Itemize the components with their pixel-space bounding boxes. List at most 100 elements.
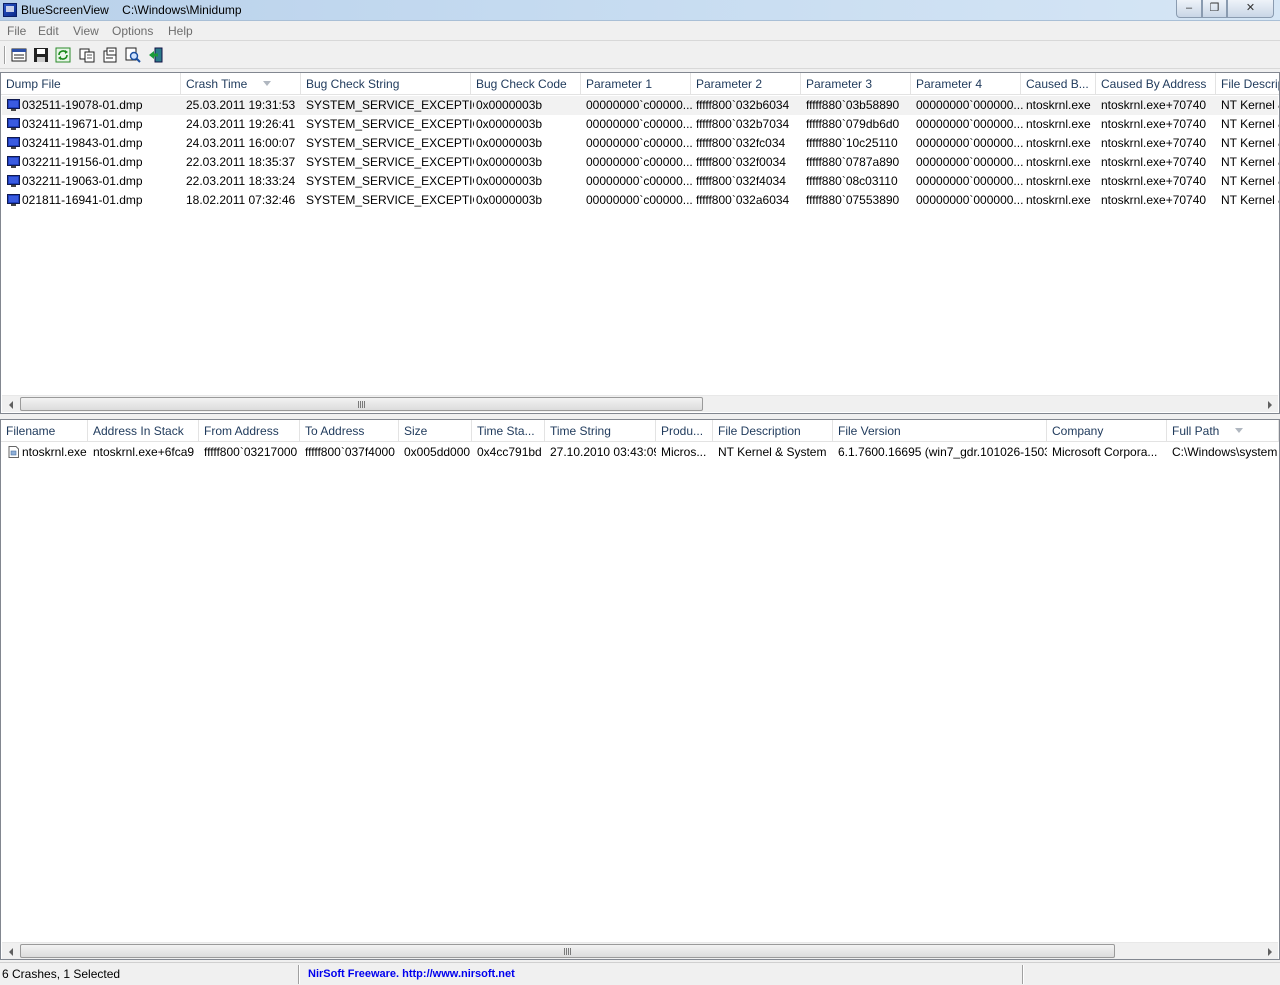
column-header-filename[interactable]: Filename: [1, 420, 88, 442]
cell-to-address: fffff800`037f4000: [305, 445, 395, 459]
column-header-parameter-4[interactable]: Parameter 4: [911, 73, 1021, 95]
advanced-options-icon: [103, 47, 117, 63]
properties-button[interactable]: [10, 46, 28, 64]
cell-parameter-3: fffff880`07553890: [806, 193, 900, 207]
cell-bug-check-string: SYSTEM_SERVICE_EXCEPTION: [306, 174, 474, 188]
copy-button[interactable]: [78, 46, 96, 64]
cell-parameter-1: 00000000`c00000...: [586, 174, 693, 188]
exit-icon: [149, 47, 163, 63]
column-header-product[interactable]: Produ...: [656, 420, 713, 442]
save-icon: [34, 48, 48, 62]
column-header-file-description[interactable]: File Description: [713, 420, 833, 442]
nirsoft-link[interactable]: NirSoft Freeware. http://www.nirsoft.net: [306, 965, 515, 984]
menu-options[interactable]: Options: [112, 24, 153, 38]
cell-caused-by-driver: ntoskrnl.exe: [1026, 155, 1091, 169]
column-header-file-description[interactable]: File Descripti: [1216, 73, 1279, 95]
cell-file-description: NT Kernel &: [1221, 117, 1280, 131]
driver-row[interactable]: ntoskrnl.exe ntoskrnl.exe+6fca9 fffff800`0…: [2, 443, 1278, 462]
column-header-dump-file[interactable]: Dump File: [1, 73, 181, 95]
column-header-parameter-3[interactable]: Parameter 3: [801, 73, 911, 95]
driver-file-icon: [8, 446, 19, 458]
column-header-parameter-2[interactable]: Parameter 2: [691, 73, 801, 95]
crash-list-header: Dump File Crash Time Bug Check String Bu…: [1, 73, 1279, 95]
column-header-company[interactable]: Company: [1047, 420, 1167, 442]
save-button[interactable]: [32, 46, 50, 64]
cell-crash-time: 18.02.2011 07:32:46: [186, 193, 296, 207]
cell-filename: ntoskrnl.exe: [22, 445, 87, 459]
title-bar: BlueScreenView C:\Windows\Minidump ‒ ❐ ✕: [0, 0, 1280, 21]
column-header-caused-by-driver[interactable]: Caused B...: [1021, 73, 1096, 95]
scroll-left-button[interactable]: [2, 396, 19, 413]
cell-full-path: C:\Windows\system: [1172, 445, 1277, 459]
scroll-right-button[interactable]: [1261, 943, 1278, 959]
properties-icon: [11, 48, 27, 62]
find-icon: [125, 47, 141, 63]
close-button[interactable]: ✕: [1227, 0, 1274, 18]
column-header-file-version[interactable]: File Version: [833, 420, 1047, 442]
cell-dump-file: 021811-16941-01.dmp: [22, 193, 143, 207]
crash-list-hscrollbar[interactable]: [2, 395, 1278, 412]
advanced-options-button[interactable]: [101, 46, 119, 64]
cell-parameter-2: fffff800`032a6034: [696, 193, 790, 207]
driver-list-panel: Filename Address In Stack From Address T…: [0, 419, 1280, 960]
cell-file-description: NT Kernel &: [1221, 174, 1280, 188]
status-bar: 6 Crashes, 1 Selected NirSoft Freeware. …: [0, 962, 1280, 985]
column-header-size[interactable]: Size: [399, 420, 472, 442]
crash-row[interactable]: 032411-19671-01.dmp 24.03.2011 19:26:41 SY…: [2, 115, 1280, 134]
driver-list-hscrollbar[interactable]: [2, 942, 1278, 959]
cell-parameter-4: 00000000`000000...: [916, 98, 1024, 112]
column-header-parameter-1[interactable]: Parameter 1: [581, 73, 691, 95]
cell-file-description: NT Kernel &: [1221, 155, 1280, 169]
cell-caused-by-driver: ntoskrnl.exe: [1026, 174, 1091, 188]
column-header-caused-by-address[interactable]: Caused By Address: [1096, 73, 1216, 95]
cell-time-string: 27.10.2010 03:43:09: [550, 445, 656, 459]
find-button[interactable]: [124, 46, 142, 64]
crash-row[interactable]: 032211-19156-01.dmp 22.03.2011 18:35:37 SY…: [2, 153, 1280, 172]
column-header-to-address[interactable]: To Address: [300, 420, 399, 442]
column-header-crash-time-label: Crash Time: [186, 77, 248, 91]
menu-edit[interactable]: Edit: [38, 24, 59, 38]
cell-parameter-1: 00000000`c00000...: [586, 117, 693, 131]
cell-file-description: NT Kernel &: [1221, 193, 1280, 207]
cell-parameter-2: fffff800`032fc034: [696, 136, 786, 150]
maximize-button[interactable]: ❐: [1202, 0, 1227, 18]
column-header-full-path[interactable]: Full Path: [1167, 420, 1279, 442]
column-header-from-address[interactable]: From Address: [199, 420, 300, 442]
column-header-address-in-stack[interactable]: Address In Stack: [88, 420, 199, 442]
cell-parameter-1: 00000000`c00000...: [586, 193, 693, 207]
cell-caused-by-address: ntoskrnl.exe+70740: [1101, 117, 1207, 131]
crash-row[interactable]: 032411-19843-01.dmp 24.03.2011 16:00:07 SY…: [2, 134, 1279, 153]
cell-parameter-2: fffff800`032f4034: [696, 174, 786, 188]
column-header-time-string[interactable]: Time String: [545, 420, 656, 442]
scroll-right-button[interactable]: [1261, 396, 1278, 413]
dump-file-icon: [7, 118, 20, 130]
crash-row[interactable]: 032511-19078-01.dmp 25.03.2011 19:31:53 SY…: [2, 96, 1279, 115]
scroll-thumb[interactable]: [20, 397, 703, 411]
column-header-time-stamp[interactable]: Time Sta...: [472, 420, 545, 442]
menu-help[interactable]: Help: [168, 24, 193, 38]
scroll-thumb[interactable]: [20, 944, 1115, 958]
cell-bug-check-string: SYSTEM_SERVICE_EXCEPTION: [306, 193, 474, 207]
exit-button[interactable]: [147, 46, 165, 64]
column-header-crash-time[interactable]: Crash Time: [181, 73, 301, 95]
cell-caused-by-address: ntoskrnl.exe+70740: [1101, 136, 1207, 150]
cell-parameter-3: fffff880`08c03110: [806, 174, 898, 188]
refresh-button[interactable]: [54, 46, 72, 64]
cell-bug-check-code: 0x0000003b: [476, 174, 543, 188]
menu-view[interactable]: View: [73, 24, 99, 38]
cell-size: 0x005dd000: [404, 445, 471, 459]
column-header-bug-check-string[interactable]: Bug Check String: [301, 73, 471, 95]
menu-bar: File Edit View Options Help: [0, 22, 1280, 41]
crash-row[interactable]: 021811-16941-01.dmp 18.02.2011 07:32:46 SY…: [2, 191, 1280, 210]
column-header-bug-check-code[interactable]: Bug Check Code: [471, 73, 581, 95]
scroll-left-icon: [8, 400, 13, 409]
crash-row[interactable]: 032211-19063-01.dmp 22.03.2011 18:33:24 SY…: [2, 172, 1280, 191]
minimize-button[interactable]: ‒: [1176, 0, 1202, 18]
status-divider: [1022, 965, 1024, 984]
bluescreenview-app-icon: [3, 3, 17, 17]
menu-file[interactable]: File: [7, 24, 26, 38]
cell-caused-by-driver: ntoskrnl.exe: [1026, 117, 1091, 131]
cell-bug-check-string: SYSTEM_SERVICE_EXCEPTION: [306, 98, 474, 112]
cell-crash-time: 22.03.2011 18:33:24: [186, 174, 296, 188]
scroll-left-button[interactable]: [2, 943, 19, 959]
